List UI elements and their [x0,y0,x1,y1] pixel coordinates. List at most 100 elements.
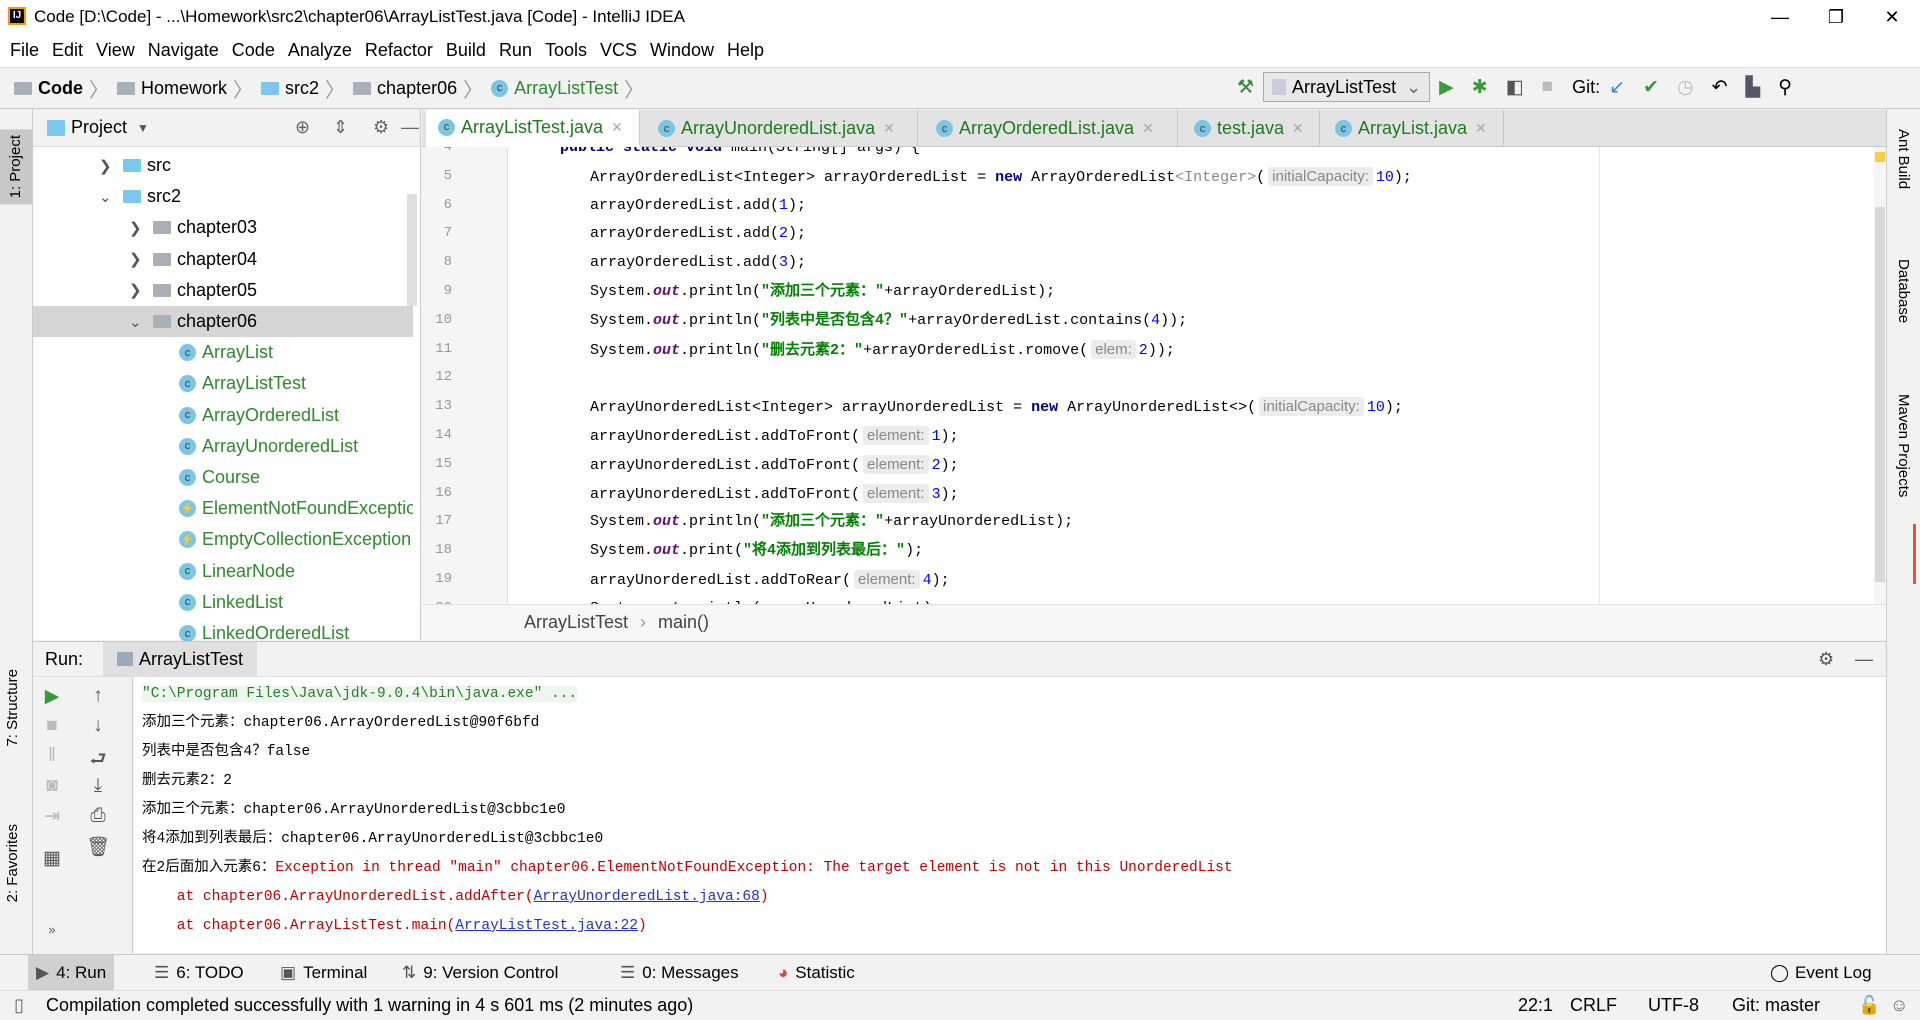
breadcrumb-item[interactable]: Code 〉 [14,74,109,103]
editor-scrollbar[interactable] [1874,147,1886,604]
breadcrumb-item[interactable]: Homework 〉 [117,74,253,103]
menu-navigate[interactable]: Navigate [148,40,219,61]
tab-test[interactable]: c test.java ✕ [1182,110,1320,147]
tool-window-todo[interactable]: ☰ 6: TODO [146,955,252,991]
tab-arraylist[interactable]: c ArrayList.java ✕ [1323,110,1504,147]
coverage-icon[interactable]: ◧ [1506,76,1524,99]
tree-item[interactable]: ⚡ EmptyCollectionException [33,524,413,555]
build-hammer-icon[interactable]: ⚒ [1237,76,1254,99]
tool-window-version-control[interactable]: ⇅ 9: Version Control [394,955,566,991]
git-history-clock-icon[interactable]: ◷ [1677,76,1694,99]
warning-marker[interactable] [1875,152,1885,162]
chevron-down-icon[interactable]: ⌄ [129,313,153,331]
minimize-button[interactable]: — [1752,0,1808,34]
cursor-position[interactable]: 22:1 [1518,995,1553,1016]
soft-wrap-icon[interactable]: ⮐ [83,745,113,777]
code-line[interactable]: arrayUnorderedList.addToFront(element: 2)… [590,450,959,479]
tree-item[interactable]: ❯ chapter05 [33,275,413,306]
more-icon[interactable]: » [37,922,67,937]
tree-item[interactable]: ❯ src [33,150,413,181]
chevron-right-icon[interactable]: ❯ [129,281,153,299]
code-line[interactable]: arrayOrderedList.add(3); [590,248,806,277]
chevron-right-icon[interactable]: ❯ [129,250,153,268]
debug-bug-icon[interactable]: ✱ [1472,76,1488,99]
hide-panel-icon[interactable]: — [401,117,419,138]
tab-arrayunorderedlist[interactable]: c ArrayUnorderedList.java ✕ [646,110,918,147]
tree-item[interactable]: c ArrayOrderedList [33,400,413,431]
dropdown-arrow-icon[interactable]: ▼ [137,121,149,135]
breadcrumb-item[interactable]: src2 〉 [261,74,345,103]
close-tab-icon[interactable]: ✕ [611,119,623,136]
menu-edit[interactable]: Edit [52,40,83,61]
tree-item[interactable]: c Course [33,462,413,493]
code-line[interactable]: arrayUnorderedList.addToFront(element: 1)… [590,421,959,450]
menu-window[interactable]: Window [650,40,714,61]
tab-arraylisttest[interactable]: c ArrayListTest.java ✕ [426,110,640,147]
run-icon[interactable]: ▶ [1439,76,1454,99]
code-line[interactable]: System.out.println("列表中是否包含4？"+arrayOrde… [590,306,1187,335]
menu-build[interactable]: Build [446,40,486,61]
chevron-right-icon[interactable]: ❯ [129,219,153,237]
ant-build-tool-tab[interactable]: Ant Build [1895,129,1912,189]
close-button[interactable]: ✕ [1864,0,1920,34]
code-line[interactable]: arrayOrderedList.add(2); [590,219,806,248]
tree-scrollbar[interactable] [407,194,417,306]
stacktrace-link[interactable]: ArrayListTest.java:22 [455,918,638,934]
database-tool-tab[interactable]: Database [1895,259,1912,323]
chevron-down-icon[interactable]: ⌄ [99,188,123,206]
close-tab-icon[interactable]: ✕ [1292,120,1304,137]
hide-panel-icon[interactable]: — [1855,649,1873,670]
up-arrow-icon[interactable]: ↑ [83,685,113,707]
code-line[interactable]: System.out.println(arrayUnorderedList); [590,594,941,604]
status-message[interactable]: Compilation completed successfully with … [46,995,693,1016]
print-icon[interactable]: ⎙ [83,805,113,827]
gear-icon[interactable]: ⚙ [1818,649,1834,670]
menu-vcs[interactable]: VCS [600,40,637,61]
code-line[interactable]: System.out.println("添加三个元素："+arrayUnorde… [590,507,1073,536]
rerun-icon[interactable]: ▶ [37,685,67,708]
tree-item[interactable]: ⌄ chapter06 [33,306,413,337]
inspector-icon[interactable]: ☺ [1890,995,1908,1016]
maximize-button[interactable]: ❐ [1808,0,1864,34]
tree-item[interactable]: ❯ chapter04 [33,244,413,275]
collapse-all-icon[interactable]: ⇕ [333,117,348,138]
gear-icon[interactable]: ⚙ [373,117,389,138]
menu-file[interactable]: File [10,40,39,61]
menu-help[interactable]: Help [727,40,764,61]
tree-item[interactable]: c ArrayUnorderedList [33,431,413,462]
close-tab-icon[interactable]: ✕ [1142,120,1154,137]
code-line[interactable]: arrayUnorderedList.addToFront(element: 3)… [590,479,959,508]
event-log-button[interactable]: ◯ Event Log [1762,955,1880,991]
tool-window-run[interactable]: ▶ 4: Run [28,955,115,991]
tab-arrayorderedlist[interactable]: c ArrayOrderedList.java ✕ [924,110,1178,147]
project-structure-icon[interactable]: ▙ [1746,76,1761,99]
run-configuration-dropdown[interactable]: ArrayListTest ⌄ [1263,72,1431,102]
code-line[interactable]: public static void main(String[] args) { [560,147,920,162]
git-branch[interactable]: Git: master [1732,995,1820,1016]
code-editor[interactable]: 4567891011121314151617181920 public stat… [422,147,1886,604]
code-line[interactable]: System.out.print("将4添加到列表最后："); [590,536,923,565]
git-commit-check-icon[interactable]: ✔ [1643,76,1659,99]
tree-item[interactable]: c ArrayList [33,337,413,368]
stop-icon[interactable]: ■ [1542,76,1553,98]
code-line[interactable]: ArrayOrderedList<Integer> arrayOrderedLi… [590,162,1412,191]
code-line[interactable]: ArrayUnorderedList<Integer> arrayUnorder… [590,392,1403,421]
file-encoding[interactable]: UTF-8 [1648,995,1699,1016]
scroll-to-end-icon[interactable]: ⤓ [83,775,113,797]
console-output[interactable]: "C:\Program Files\Java\jdk-9.0.4\bin\jav… [134,677,1886,953]
layout-icon[interactable]: ▦ [37,847,67,870]
tree-item[interactable]: c LinkedList [33,587,413,618]
project-tool-tab[interactable]: 1: Project [0,129,32,205]
breadcrumb-item[interactable]: chapter06 〉 [353,74,483,103]
trash-icon[interactable]: 🗑 [83,835,113,859]
menu-refactor[interactable]: Refactor [365,40,433,61]
line-separator[interactable]: CRLF [1570,995,1617,1016]
menu-analyze[interactable]: Analyze [288,40,352,61]
pause-icon[interactable]: ‖ [37,745,67,767]
tool-window-statistic[interactable]: ◕ Statistic [770,955,863,991]
breadcrumb-class[interactable]: ArrayListTest [524,612,628,633]
menu-run[interactable]: Run [499,40,532,61]
code-line[interactable]: arrayUnorderedList.addToRear(element: 4); [590,565,950,594]
status-toggle-icon[interactable]: ▯ [14,995,24,1016]
breadcrumb-item[interactable]: c ArrayListTest 〉 [491,74,644,103]
